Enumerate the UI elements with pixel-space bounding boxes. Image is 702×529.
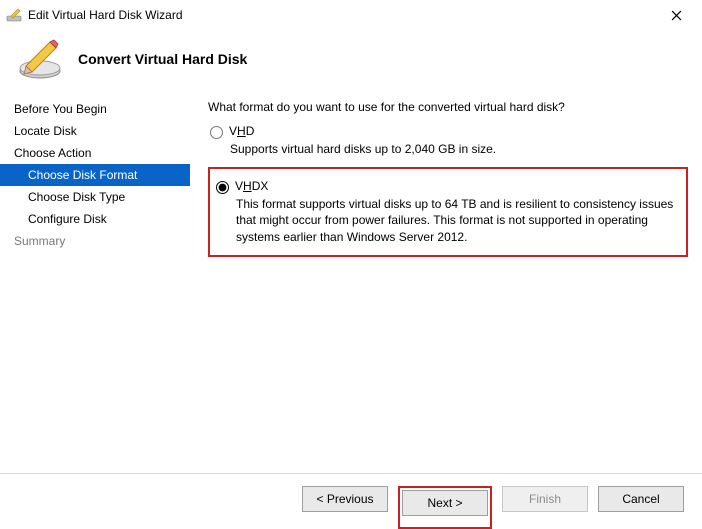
option-vhdx[interactable]: VHDX [214, 179, 680, 194]
sidebar-item-before-you-begin[interactable]: Before You Begin [0, 98, 190, 120]
option-vhd-label: VHD [229, 124, 254, 138]
window-title: Edit Virtual Hard Disk Wizard [28, 8, 656, 22]
option-vhd-desc: Supports virtual hard disks up to 2,040 … [230, 141, 688, 157]
close-button[interactable] [656, 0, 696, 30]
titlebar: Edit Virtual Hard Disk Wizard [0, 0, 702, 30]
option-vhdx-label: VHDX [235, 179, 268, 193]
radio-vhdx[interactable] [216, 181, 229, 194]
wizard-header: Convert Virtual Hard Disk [0, 30, 702, 94]
previous-button[interactable]: < Previous [302, 486, 388, 512]
cancel-button[interactable]: Cancel [598, 486, 684, 512]
app-icon [6, 7, 22, 23]
finish-button: Finish [502, 486, 588, 512]
sidebar-item-choose-action[interactable]: Choose Action [0, 142, 190, 164]
disk-pencil-icon [16, 38, 64, 80]
sidebar-item-configure-disk[interactable]: Configure Disk [0, 208, 190, 230]
sidebar: Before You Begin Locate Disk Choose Acti… [0, 94, 190, 456]
sidebar-item-choose-disk-format[interactable]: Choose Disk Format [0, 164, 190, 186]
annotation-highlight-vhdx: VHDX This format supports virtual disks … [208, 167, 688, 257]
annotation-highlight-next: Next > [398, 486, 492, 529]
wizard-body: Before You Begin Locate Disk Choose Acti… [0, 94, 702, 456]
prompt-text: What format do you want to use for the c… [208, 100, 688, 114]
page-title: Convert Virtual Hard Disk [78, 51, 247, 67]
content-panel: What format do you want to use for the c… [190, 94, 702, 456]
option-vhd[interactable]: VHD [208, 124, 688, 139]
footer: < Previous Next > Finish Cancel [0, 473, 702, 529]
radio-vhd[interactable] [210, 126, 223, 139]
sidebar-item-choose-disk-type[interactable]: Choose Disk Type [0, 186, 190, 208]
option-vhdx-desc: This format supports virtual disks up to… [236, 196, 680, 245]
sidebar-item-locate-disk[interactable]: Locate Disk [0, 120, 190, 142]
sidebar-item-summary[interactable]: Summary [0, 230, 190, 252]
next-button[interactable]: Next > [402, 490, 488, 516]
